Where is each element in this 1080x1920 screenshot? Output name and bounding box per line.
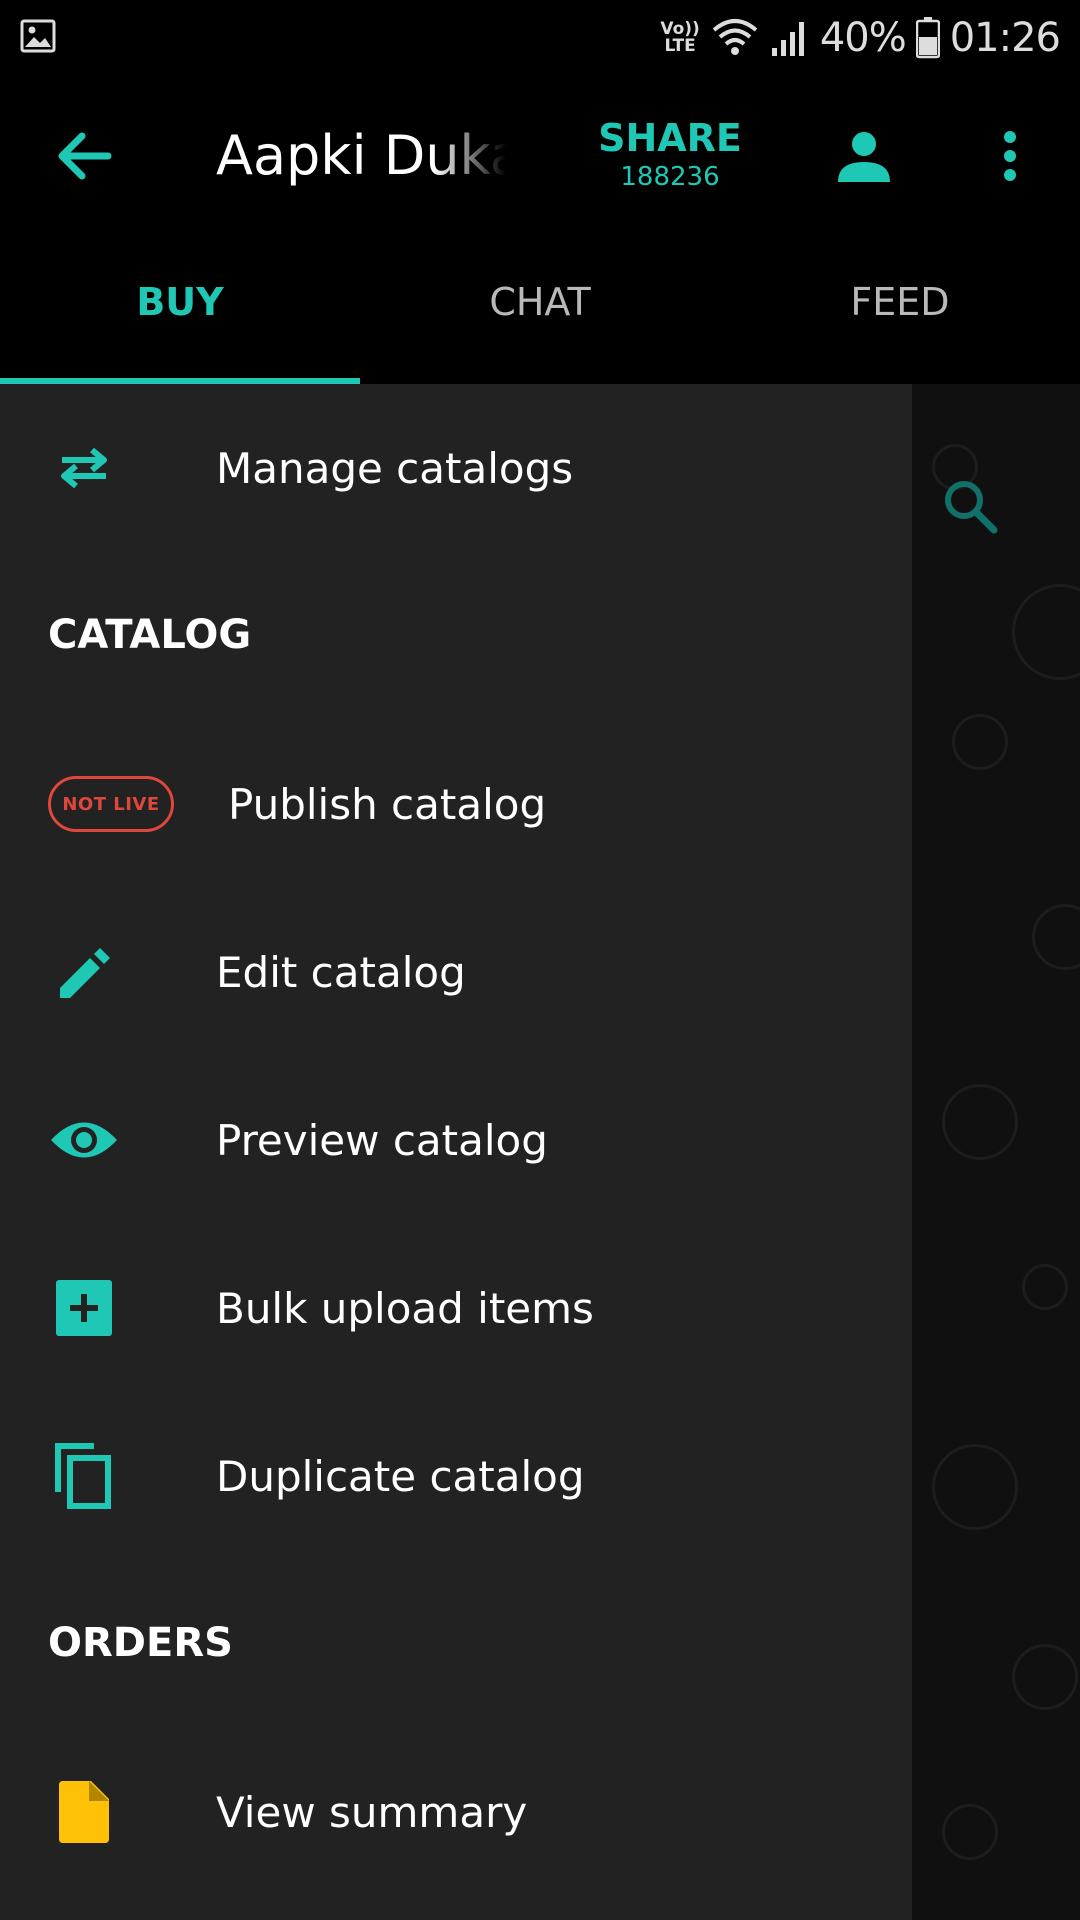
status-bar: Vo)) LTE 40% 01:26	[0, 0, 1080, 76]
back-button[interactable]	[48, 124, 120, 188]
volte-indicator: Vo)) LTE	[660, 19, 700, 56]
gallery-icon	[20, 19, 56, 53]
profile-button[interactable]	[830, 122, 898, 190]
edit-catalog-item[interactable]: Edit catalog	[0, 888, 912, 1056]
share-code: 188236	[620, 162, 720, 192]
not-live-badge: NOT LIVE	[48, 776, 174, 832]
preview-catalog-label: Preview catalog	[216, 1115, 548, 1165]
bulk-upload-items-label: Bulk upload items	[216, 1283, 594, 1333]
eye-icon	[44, 1100, 124, 1180]
view-summary-label: View summary	[216, 1787, 528, 1837]
clock: 01:26	[949, 15, 1061, 61]
profile-icon	[838, 132, 890, 182]
add-box-icon	[44, 1268, 124, 1348]
pencil-icon	[44, 932, 124, 1012]
share-button[interactable]: SHARE 188236	[580, 116, 760, 206]
share-label: SHARE	[598, 116, 742, 160]
search-button[interactable]	[940, 476, 1000, 536]
swap-icon	[44, 428, 124, 508]
document-icon	[44, 1772, 124, 1852]
chat-wallpaper	[912, 384, 1080, 1920]
edit-catalog-label: Edit catalog	[216, 947, 466, 997]
duplicate-catalog-item[interactable]: Duplicate catalog	[0, 1392, 912, 1560]
signal-icon	[771, 22, 804, 56]
tab-bar: BUY CHAT FEED	[0, 236, 1080, 384]
manage-catalogs-item[interactable]: Manage catalogs	[0, 384, 912, 552]
back-arrow-icon	[58, 132, 112, 180]
shop-title: Aapki Dukaan	[216, 124, 506, 187]
view-summary-item[interactable]: View summary	[0, 1728, 912, 1896]
preview-catalog-item[interactable]: Preview catalog	[0, 1056, 912, 1224]
tab-chat[interactable]: CHAT	[360, 236, 720, 384]
duplicate-catalog-label: Duplicate catalog	[216, 1451, 585, 1501]
battery-percent: 40%	[819, 15, 907, 61]
battery-icon	[915, 17, 940, 59]
bulk-upload-items-item[interactable]: Bulk upload items	[0, 1224, 912, 1392]
more-options-button[interactable]	[990, 122, 1030, 190]
copy-icon	[44, 1436, 124, 1516]
catalog-section-header: CATALOG	[48, 612, 252, 658]
orders-section-header: ORDERS	[48, 1620, 233, 1666]
search-icon	[945, 481, 998, 534]
app-bar: Aapki Dukaan SHARE 188236	[0, 76, 1080, 236]
tab-buy[interactable]: BUY	[0, 236, 360, 384]
more-vert-icon	[1004, 131, 1016, 181]
tab-feed[interactable]: FEED	[720, 236, 1080, 384]
status-indicators: Vo)) LTE 40% 01:26	[660, 8, 1061, 68]
publish-catalog-label: Publish catalog	[228, 779, 547, 829]
publish-catalog-item[interactable]: NOT LIVE Publish catalog	[0, 720, 912, 888]
wifi-icon	[712, 19, 758, 55]
manage-catalogs-label: Manage catalogs	[216, 443, 574, 493]
navigation-drawer: Manage catalogs CATALOG NOT LIVE Publish…	[0, 384, 912, 1920]
